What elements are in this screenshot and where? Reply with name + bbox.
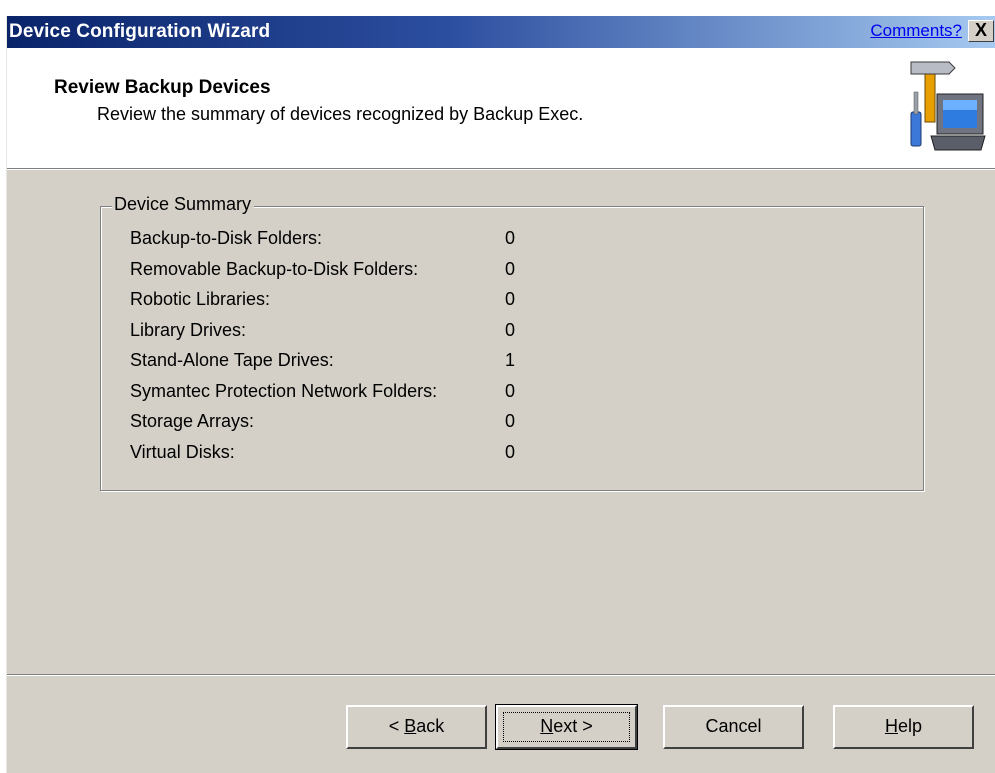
summary-row-value: 0 — [505, 441, 516, 462]
next-button[interactable]: Next > — [495, 704, 638, 750]
summary-row-label: Stand-Alone Tape Drives: — [130, 350, 334, 370]
page-subtitle: Review the summary of devices recognized… — [97, 104, 584, 124]
summary-row-value: 0 — [505, 380, 516, 401]
wrench-hammer-computer-icon — [910, 61, 986, 151]
summary-row-label: Library Drives: — [130, 319, 247, 340]
footer-divider — [7, 674, 995, 676]
summary-row-label: Removable Backup-to-Disk Folders: — [130, 258, 419, 279]
wizard-header: Review Backup Devices Review the summary… — [7, 48, 995, 168]
comments-link[interactable]: Comments? — [870, 21, 962, 41]
close-button[interactable]: X — [968, 20, 994, 42]
page-title: Review Backup Devices — [54, 77, 271, 98]
summary-row-value: 0 — [505, 228, 516, 248]
title-bar: Device Configuration Wizard Comments? X — [7, 16, 995, 48]
summary-row-label: Robotic Libraries: — [130, 289, 271, 309]
help-button[interactable]: Help — [833, 705, 974, 749]
back-button-label: < Back — [388, 716, 445, 736]
header-divider — [7, 168, 995, 170]
cancel-button-label: Cancel — [705, 716, 762, 736]
summary-row-label: Virtual Disks: — [130, 441, 235, 462]
cancel-button[interactable]: Cancel — [663, 705, 804, 749]
help-button-label: Help — [884, 716, 923, 736]
focus-rectangle — [503, 712, 630, 742]
summary-row-label: Backup-to-Disk Folders: — [130, 228, 323, 248]
back-button[interactable]: < Back — [346, 705, 487, 749]
summary-row-value: 1 — [505, 350, 516, 370]
summary-row-value: 0 — [505, 319, 516, 340]
summary-row-value: 0 — [505, 258, 516, 279]
device-summary-legend: Device Summary — [112, 194, 255, 215]
wizard-window: Device Configuration Wizard Comments? X … — [6, 16, 995, 773]
summary-row-label: Symantec Protection Network Folders: — [130, 380, 438, 401]
window-title: Device Configuration Wizard — [9, 21, 271, 42]
summary-row-value: 0 — [505, 289, 516, 309]
summary-row-label: Storage Arrays: — [130, 411, 255, 431]
summary-row-value: 0 — [505, 411, 516, 431]
